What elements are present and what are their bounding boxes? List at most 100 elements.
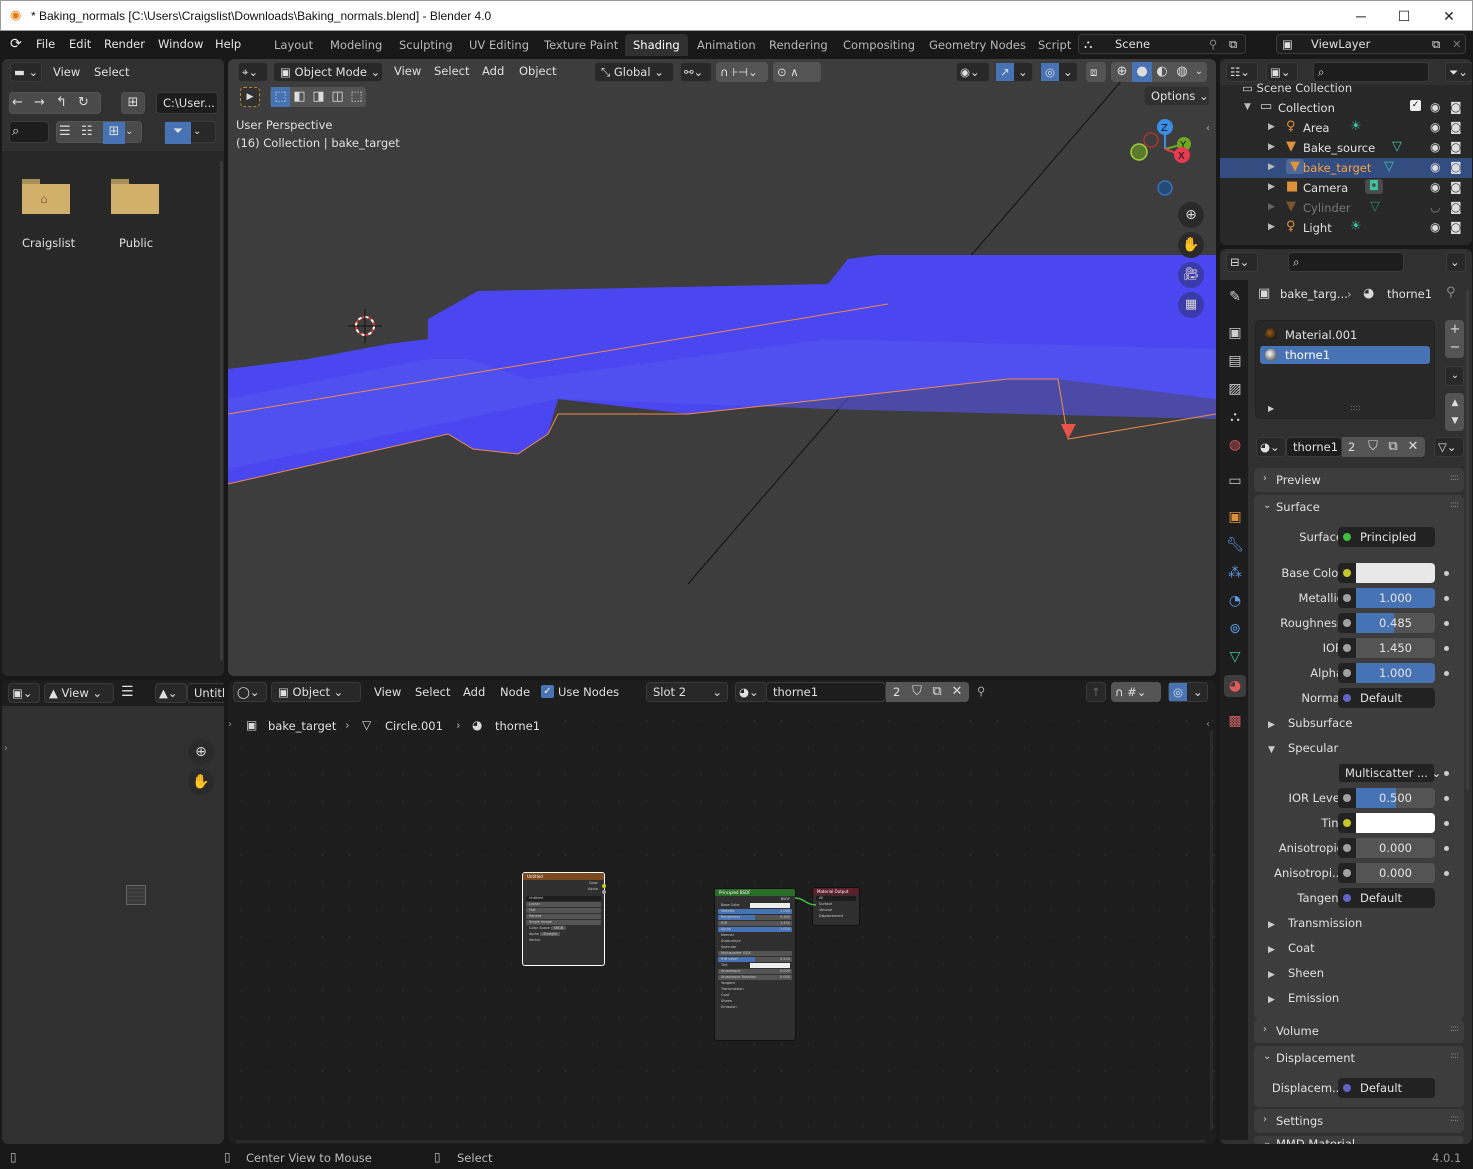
render-camera-icon[interactable]: ◙ bbox=[1450, 200, 1462, 214]
menu-render[interactable]: Render bbox=[104, 37, 145, 51]
view-menu[interactable]: ▲ View ⌄ bbox=[44, 683, 114, 703]
gizmo-neg-x-axis[interactable] bbox=[1143, 132, 1159, 148]
shader-node-editor[interactable]: ◯⌄ ▣ Object ⌄ View Select Add Node ✓ Use… bbox=[228, 680, 1216, 1144]
gizmo-toggle[interactable]: ↗ ⌄ bbox=[995, 62, 1033, 82]
collection-row[interactable]: ▼ ▭ Collection ✓ ◉ ◙ bbox=[1220, 98, 1472, 118]
expand-arrow-icon[interactable]: ▶ bbox=[1268, 222, 1275, 232]
tab-uv-editing[interactable]: UV Editing bbox=[461, 34, 537, 56]
fake-user-shield-icon[interactable]: ⛉ bbox=[907, 682, 927, 702]
vertical-scrollbar[interactable] bbox=[1210, 730, 1213, 1130]
editor-type-selector[interactable]: ⊟⌄ bbox=[1226, 252, 1258, 272]
move-down-icon[interactable]: ▼ bbox=[1446, 411, 1464, 431]
pin-icon[interactable]: ⚲ bbox=[1446, 285, 1456, 300]
keyframe-dot[interactable] bbox=[1444, 571, 1449, 576]
light-data-icon[interactable]: ☀ bbox=[1350, 219, 1362, 234]
use-nodes-label[interactable]: Use Nodes bbox=[558, 685, 619, 699]
node-input-tangent[interactable]: Tangent bbox=[718, 981, 792, 986]
particles-tab[interactable]: ⁂ bbox=[1224, 562, 1246, 584]
drag-grip-icon[interactable]: :::: bbox=[1450, 1051, 1459, 1061]
directory-path-field[interactable]: C:\User... bbox=[156, 92, 218, 114]
node-principled-bsdf[interactable]: Principled BSDF BSDF Base Color Metallic 1… bbox=[714, 888, 796, 1041]
parent-node-tree-button[interactable]: ↑ bbox=[1086, 682, 1106, 702]
gizmo-neg-z-axis[interactable] bbox=[1157, 180, 1173, 196]
viewlayer-selector[interactable]: ▣ ViewLayer ⧉ ✕ bbox=[1276, 34, 1466, 54]
hamburger-menu-icon[interactable]: ☰ bbox=[121, 684, 134, 700]
node-input-anisotropic-rotation[interactable]: Anisotropic Rotation 0.000 bbox=[718, 975, 792, 980]
socket-button[interactable] bbox=[1338, 563, 1356, 583]
subpanel-emission[interactable]: ▶ Emission bbox=[1268, 991, 1339, 1005]
texture-tab[interactable]: ▩ bbox=[1224, 710, 1246, 732]
field-anisotropi-[interactable]: 0.000 bbox=[1356, 863, 1435, 883]
blender-menu-icon[interactable]: ⟳ bbox=[10, 36, 22, 52]
panel-header[interactable]: ⌄ Displacement:::: bbox=[1254, 1046, 1464, 1070]
world-tab[interactable]: ◍ bbox=[1224, 434, 1246, 456]
remove-slot-icon[interactable]: − bbox=[1446, 338, 1464, 358]
keyframe-dot[interactable] bbox=[1444, 771, 1449, 776]
render-camera-icon[interactable]: ◙ bbox=[1450, 220, 1462, 234]
snap-toggle[interactable]: ∩ ⊦⊣⌄ bbox=[716, 62, 768, 82]
vertical-list-icon[interactable]: ☰ bbox=[59, 122, 71, 142]
subpanel-specular[interactable]: ▼ Specular bbox=[1268, 741, 1338, 755]
outliner-item-camera[interactable]: ▶ ■ Camera ◘ ◉ ◙ bbox=[1220, 178, 1472, 198]
unlink-icon[interactable]: ✕ bbox=[1403, 437, 1423, 457]
minimize-button[interactable]: ─ bbox=[1346, 5, 1376, 27]
tab-shading[interactable]: Shading bbox=[625, 34, 688, 56]
panel-settings[interactable]: › Settings:::: bbox=[1254, 1109, 1464, 1133]
expand-arrow-icon[interactable]: ▶ bbox=[1268, 162, 1275, 172]
field-roughness[interactable]: 0.485 bbox=[1356, 613, 1435, 633]
properties-search-field[interactable]: ⌕ bbox=[1288, 252, 1404, 272]
pan-view-button[interactable]: ✋ bbox=[1178, 232, 1204, 258]
transform-orientation-selector[interactable]: ⤡ Global ⌄ bbox=[594, 62, 674, 82]
link-field-tangent[interactable]: Default bbox=[1338, 888, 1435, 908]
node-subpanel-subsurface[interactable]: Subsurface bbox=[718, 939, 792, 944]
link-field-surface[interactable]: Principled BS... bbox=[1338, 527, 1435, 547]
node-image-texture[interactable]: Untitled Color Alpha Untitled Linear Fla… bbox=[522, 872, 605, 966]
node-input-volume[interactable]: Volume bbox=[816, 908, 856, 913]
color-swatch-base-color[interactable] bbox=[1356, 563, 1435, 583]
camera-view-button[interactable]: 🎥︎ bbox=[1178, 262, 1204, 288]
node-input-metallic[interactable]: Metallic 1.000 bbox=[718, 909, 792, 914]
editor-type-selector[interactable]: ☷⌄ bbox=[1226, 62, 1258, 82]
pan-view-button[interactable]: ✋ bbox=[188, 769, 214, 795]
material-users-count[interactable]: 2 bbox=[886, 682, 906, 702]
menu-add[interactable]: Add bbox=[482, 64, 504, 78]
panel-mmd-material[interactable]: ⌄ MMD Material bbox=[1254, 1136, 1464, 1144]
tab-rendering[interactable]: Rendering bbox=[761, 34, 836, 56]
drag-grip-icon[interactable]: :::: bbox=[1450, 1114, 1459, 1124]
tab-sculpting[interactable]: Sculpting bbox=[391, 34, 461, 56]
render-camera-icon[interactable]: ◙ bbox=[1450, 100, 1462, 114]
select-subtract-icon[interactable]: ◨ bbox=[309, 87, 328, 107]
node-subpanel-coat[interactable]: Coat bbox=[718, 993, 792, 998]
select-intersect-icon[interactable]: ⬚ bbox=[347, 87, 366, 107]
editor-type-selector[interactable]: ▣⌄ bbox=[8, 683, 40, 703]
node-input-anisotropic[interactable]: Anisotropic 0.000 bbox=[718, 969, 792, 974]
socket-button[interactable] bbox=[1338, 588, 1356, 608]
panel-header[interactable]: ⌄ MMD Material bbox=[1254, 1136, 1464, 1144]
node-input-normal[interactable]: Normal bbox=[718, 933, 792, 938]
node-alpha-mode[interactable]: Alpha Straight bbox=[526, 932, 601, 937]
render-camera-icon[interactable]: ◙ bbox=[1450, 180, 1462, 194]
file-search-field[interactable]: ⌕ bbox=[9, 121, 49, 143]
node-input-ior-level[interactable]: IOR Level 0.500 bbox=[718, 957, 792, 962]
shader-type-selector[interactable]: ▣ Object ⌄ bbox=[271, 682, 361, 702]
node-material-output[interactable]: Material Output All Surface Volume Displ… bbox=[812, 887, 860, 926]
panel-volume[interactable]: › Volume:::: bbox=[1254, 1019, 1464, 1043]
gizmo-neg-y-axis[interactable] bbox=[1130, 143, 1148, 161]
expand-arrow-icon[interactable]: ▶ bbox=[1268, 202, 1275, 212]
eye-icon[interactable]: ◉ bbox=[1430, 160, 1440, 174]
exclude-checkbox[interactable]: ✓ bbox=[1410, 100, 1421, 111]
slot-specials-menu[interactable]: ⌄ bbox=[1445, 366, 1464, 386]
xray-toggle[interactable]: ⧈ bbox=[1086, 62, 1106, 82]
pin-icon[interactable]: ⚲ bbox=[1209, 35, 1217, 53]
filter-button[interactable]: ⏷ ⌄ bbox=[164, 121, 216, 144]
options-button[interactable]: Options ⌄ bbox=[1144, 86, 1210, 106]
maximize-button[interactable]: ☐ bbox=[1389, 5, 1419, 27]
node-image-selector[interactable]: Untitled bbox=[526, 896, 601, 901]
menu-object[interactable]: Object bbox=[519, 64, 556, 78]
socket-button[interactable] bbox=[1338, 863, 1356, 883]
menu-view[interactable]: View bbox=[53, 65, 80, 79]
expand-arrow-icon[interactable]: ▶ bbox=[1268, 142, 1275, 152]
view-layer-tab[interactable]: ▨ bbox=[1224, 378, 1246, 400]
color-swatch-tint[interactable] bbox=[1356, 813, 1435, 833]
socket-button[interactable] bbox=[1338, 813, 1356, 833]
